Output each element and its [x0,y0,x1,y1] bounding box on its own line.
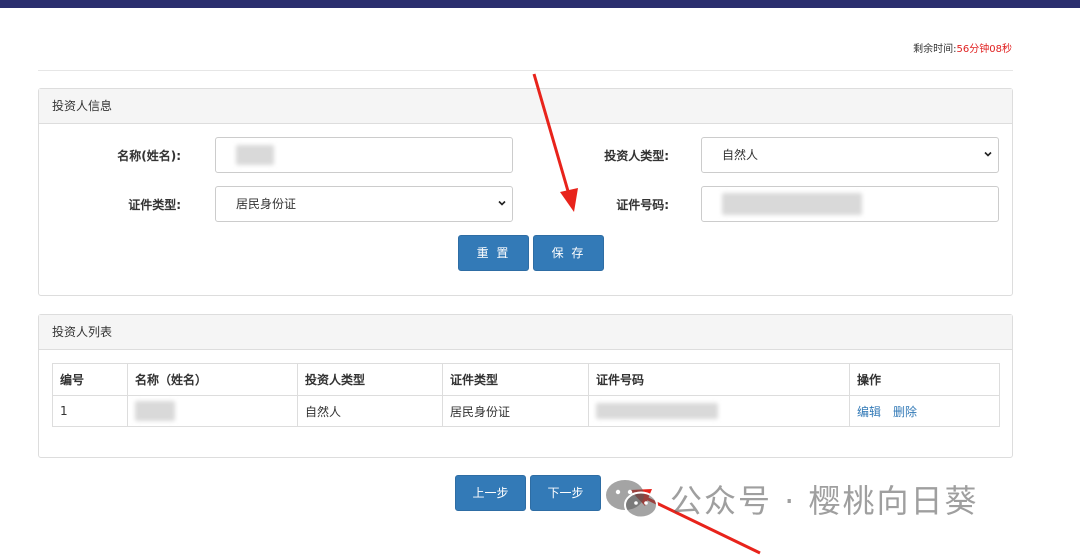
name-input[interactable] [215,137,513,173]
delete-link[interactable]: 删除 [893,405,917,419]
name-label: 名称(姓名): [117,149,181,163]
chevron-down-icon [498,200,506,206]
investor-info-title: 投资人信息 [39,89,1012,124]
watermark: 公众号 · 樱桃向日葵 [604,474,979,524]
cell-number: 1 [52,395,128,427]
investor-info-panel: 投资人信息 名称(姓名): 投资人类型: 自然人 证件类型: 居民身份证 证件号… [38,88,1013,296]
reset-button[interactable]: 重 置 [458,235,529,271]
investor-type-value: 自然人 [722,148,759,162]
id-type-select[interactable]: 居民身份证 [215,186,513,222]
cell-id-type: 居民身份证 [442,395,589,427]
timer-label: 剩余时间: [913,44,957,55]
header-divider [38,70,1013,71]
id-number-redacted [596,403,718,419]
name-redacted [236,145,274,165]
name-redacted [135,401,175,421]
top-bar [0,0,1080,8]
cell-investor-type: 自然人 [297,395,443,427]
edit-link[interactable]: 编辑 [857,405,881,419]
cell-name [127,395,298,427]
table-row: 1 自然人 居民身份证 编辑 删除 [52,395,1000,427]
col-id-number: 证件号码 [588,363,850,396]
investor-type-select[interactable]: 自然人 [701,137,999,173]
cell-id-number [588,395,850,427]
col-id-type: 证件类型 [442,363,589,396]
investor-type-label: 投资人类型: [604,149,669,163]
cell-actions: 编辑 删除 [849,395,1000,427]
next-step-button[interactable]: 下一步 [530,475,601,511]
timer-value: 56分钟08秒 [956,44,1012,55]
id-number-redacted [722,193,862,215]
col-number: 编号 [52,363,128,396]
save-button[interactable]: 保 存 [533,235,604,271]
col-actions: 操作 [849,363,1000,396]
col-name: 名称（姓名） [127,363,298,396]
col-investor-type: 投资人类型 [297,363,443,396]
investor-table: 编号 名称（姓名） 投资人类型 证件类型 证件号码 操作 1 自然人 居民身份证… [52,363,1000,427]
chevron-down-icon [984,151,992,157]
id-number-label: 证件号码: [616,198,669,212]
investor-list-title: 投资人列表 [39,315,1012,350]
wechat-icon [606,480,658,519]
id-type-label: 证件类型: [128,198,181,212]
id-number-input[interactable] [701,186,999,222]
watermark-text: 公众号 · 樱桃向日葵 [670,482,979,520]
investor-list-panel: 投资人列表 编号 名称（姓名） 投资人类型 证件类型 证件号码 操作 1 自然人… [38,314,1013,458]
id-type-value: 居民身份证 [236,197,297,211]
countdown-timer: 剩余时间:56分钟08秒 [913,40,1012,55]
table-header-row: 编号 名称（姓名） 投资人类型 证件类型 证件号码 操作 [52,363,1000,396]
prev-step-button[interactable]: 上一步 [455,475,526,511]
